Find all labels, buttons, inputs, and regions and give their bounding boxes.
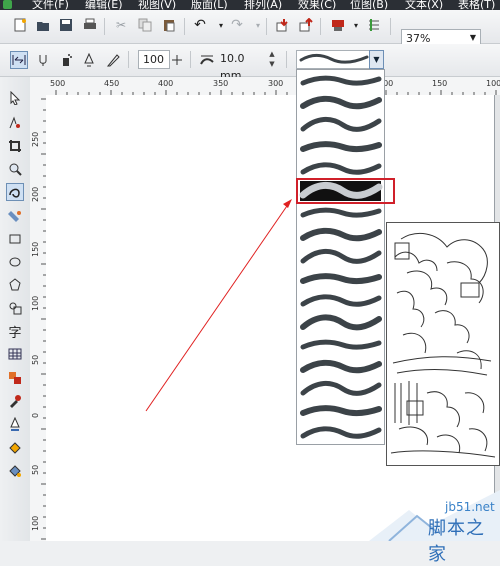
watermark-site: jb51.net: [445, 500, 495, 514]
watermark-name: 脚本之家: [428, 518, 485, 565]
annotation-arrow: [145, 199, 292, 412]
